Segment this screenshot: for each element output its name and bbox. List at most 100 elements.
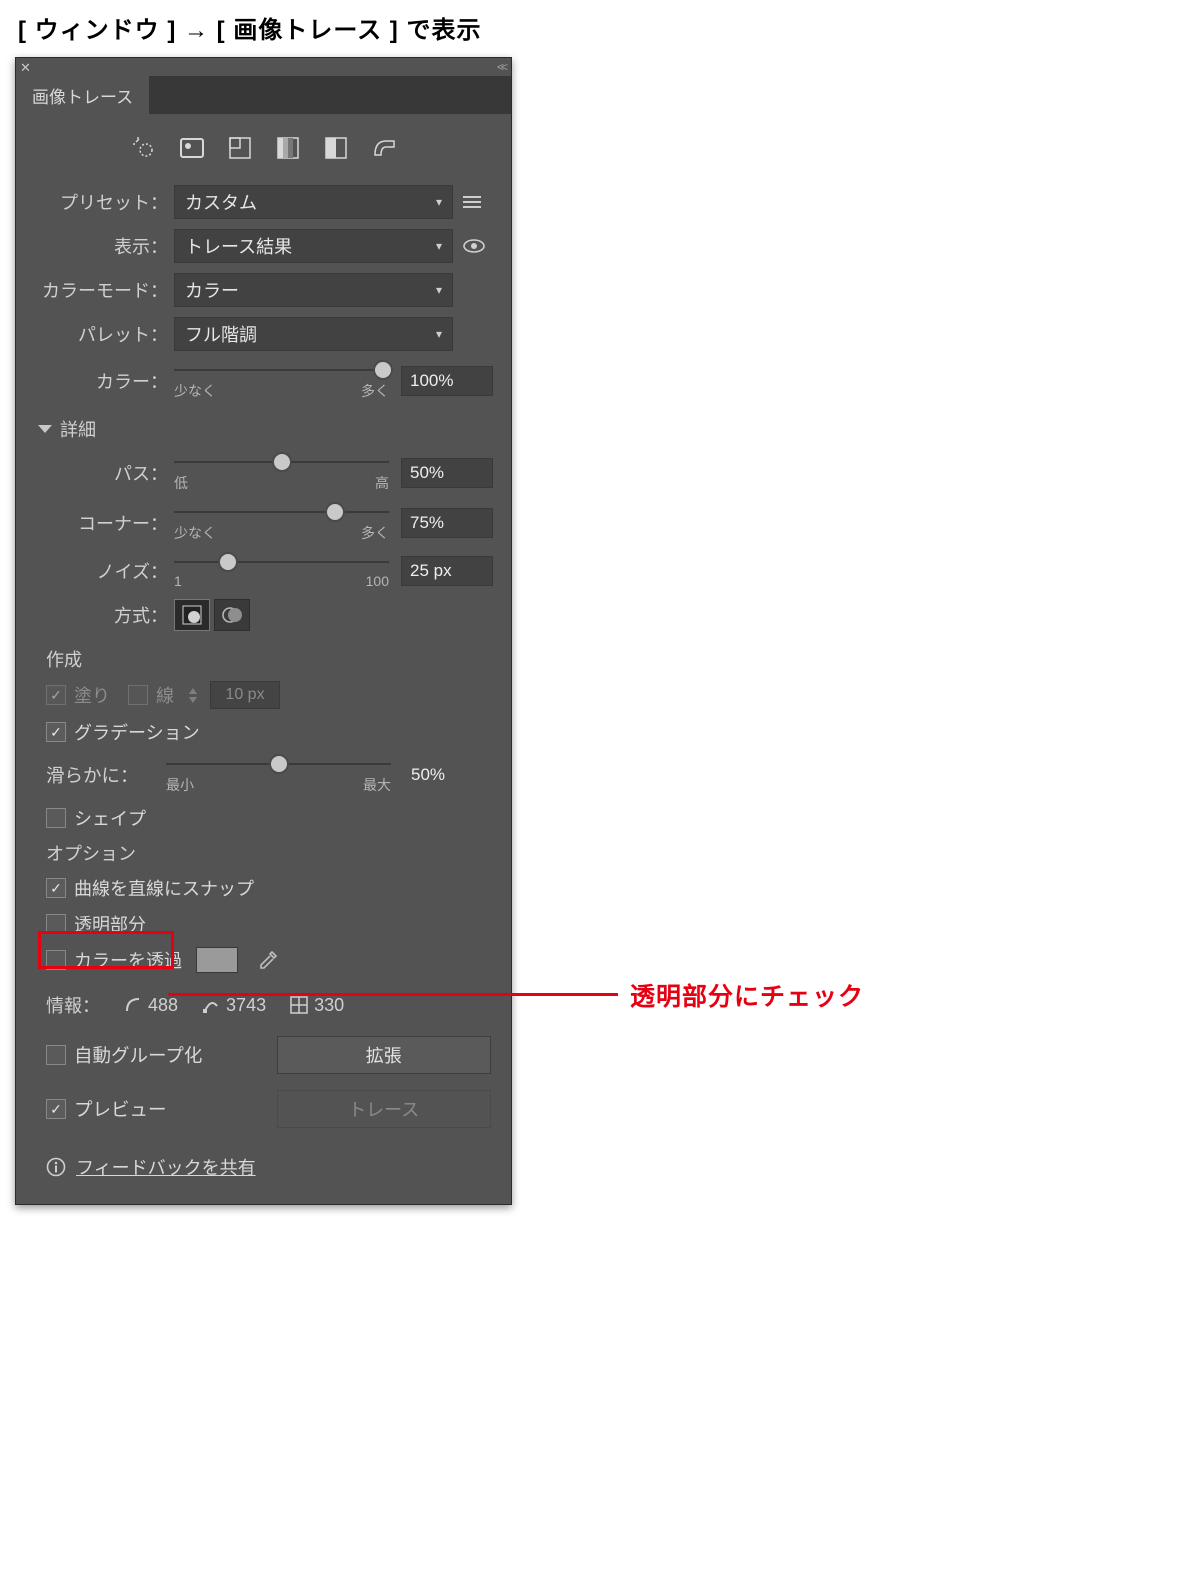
transparent-color-checkbox[interactable] bbox=[46, 950, 66, 970]
corner-min: 少なく bbox=[174, 523, 216, 543]
smooth-value: 50% bbox=[403, 761, 493, 789]
transparent-checkbox[interactable] bbox=[46, 914, 66, 934]
info-label: 情報： bbox=[46, 992, 100, 1018]
color-slider[interactable] bbox=[174, 361, 389, 379]
transparent-color-label: カラーを透過 bbox=[74, 947, 182, 973]
options-label: オプション bbox=[16, 836, 511, 870]
corner-slider[interactable] bbox=[174, 503, 389, 521]
low-color-icon[interactable] bbox=[226, 134, 254, 162]
outline-icon[interactable] bbox=[370, 134, 398, 162]
collapse-icon[interactable]: << bbox=[497, 60, 505, 74]
view-dropdown[interactable]: トレース結果 ▾ bbox=[174, 229, 453, 263]
eye-icon[interactable] bbox=[463, 239, 493, 253]
preset-value: カスタム bbox=[185, 189, 257, 215]
black-white-icon[interactable] bbox=[322, 134, 350, 162]
noise-max: 100 bbox=[366, 573, 389, 589]
transparent-color-swatch[interactable] bbox=[196, 947, 238, 973]
eyedropper-icon[interactable] bbox=[258, 950, 278, 970]
shape-label: シェイプ bbox=[74, 805, 146, 831]
color-slider-label: カラー： bbox=[16, 368, 174, 394]
preview-checkbox[interactable] bbox=[46, 1099, 66, 1119]
anchors-icon bbox=[202, 996, 220, 1014]
info-colors: 330 bbox=[314, 995, 344, 1016]
path-value[interactable]: 50% bbox=[401, 458, 493, 488]
preset-dropdown[interactable]: カスタム ▾ bbox=[174, 185, 453, 219]
callout-line bbox=[168, 993, 618, 996]
noise-label: ノイズ： bbox=[16, 558, 174, 584]
noise-slider[interactable] bbox=[174, 553, 389, 571]
callout-text: 透明部分にチェック bbox=[630, 977, 864, 1013]
chevron-down-icon: ▾ bbox=[436, 195, 442, 209]
auto-color-icon[interactable] bbox=[130, 134, 158, 162]
grayscale-icon[interactable] bbox=[274, 134, 302, 162]
noise-min: 1 bbox=[174, 573, 182, 589]
info-paths: 488 bbox=[148, 995, 178, 1016]
tab-image-trace[interactable]: 画像トレース bbox=[16, 76, 149, 114]
colormode-value: カラー bbox=[185, 277, 239, 303]
advanced-label: 詳細 bbox=[60, 416, 96, 442]
gradient-checkbox[interactable] bbox=[46, 722, 66, 742]
chevron-down-icon: ▾ bbox=[436, 327, 442, 341]
smooth-min: 最小 bbox=[166, 775, 194, 795]
tab-bar: 画像トレース bbox=[16, 76, 511, 114]
colors-icon bbox=[290, 996, 308, 1014]
autogroup-checkbox[interactable] bbox=[46, 1045, 66, 1065]
paths-icon bbox=[124, 996, 142, 1014]
stroke-width-field: 10 px bbox=[210, 681, 280, 709]
fill-checkbox bbox=[46, 685, 66, 705]
color-slider-min: 少なく bbox=[174, 381, 216, 401]
snap-label: 曲線を直線にスナップ bbox=[74, 875, 254, 901]
high-color-icon[interactable] bbox=[178, 134, 206, 162]
panel-header: ✕ << bbox=[16, 58, 511, 76]
fill-label: 塗り bbox=[74, 682, 110, 708]
page-title: [ ウィンドウ ] → [ 画像トレース ] で表示 bbox=[0, 0, 1200, 57]
gradient-label: グラデーション bbox=[74, 719, 200, 745]
path-max: 高 bbox=[375, 473, 389, 493]
path-slider[interactable] bbox=[174, 453, 389, 471]
snap-checkbox[interactable] bbox=[46, 878, 66, 898]
method-overlapping-button[interactable] bbox=[214, 599, 250, 631]
feedback-link[interactable]: フィードバックを共有 bbox=[76, 1154, 256, 1180]
autogroup-label: 自動グループ化 bbox=[74, 1042, 202, 1068]
palette-value: フル階調 bbox=[185, 321, 257, 347]
trace-button: トレース bbox=[277, 1090, 492, 1128]
info-row: 情報： 488 3743 330 bbox=[16, 978, 511, 1028]
preset-icon-row bbox=[16, 114, 511, 180]
view-value: トレース結果 bbox=[185, 233, 292, 259]
close-icon[interactable]: ✕ bbox=[20, 60, 31, 76]
preset-menu-icon[interactable] bbox=[463, 195, 493, 209]
create-label: 作成 bbox=[16, 636, 511, 676]
corner-max: 多く bbox=[361, 523, 389, 543]
method-label: 方式： bbox=[16, 602, 174, 628]
color-value[interactable]: 100% bbox=[401, 366, 493, 396]
preview-label: プレビュー bbox=[74, 1096, 167, 1122]
smooth-max: 最大 bbox=[363, 775, 391, 795]
expand-button[interactable]: 拡張 bbox=[277, 1036, 492, 1074]
image-trace-panel: ✕ << 画像トレース プリセット： カスタム ▾ bbox=[15, 57, 512, 1205]
shape-checkbox[interactable] bbox=[46, 808, 66, 828]
smooth-label: 滑らかに： bbox=[16, 762, 166, 788]
colormode-dropdown[interactable]: カラー ▾ bbox=[174, 273, 453, 307]
view-label: 表示： bbox=[16, 233, 174, 259]
info-icon bbox=[46, 1157, 66, 1177]
palette-dropdown[interactable]: フル階調 ▾ bbox=[174, 317, 453, 351]
triangle-down-icon bbox=[38, 425, 52, 433]
chevron-down-icon: ▾ bbox=[436, 239, 442, 253]
corner-value[interactable]: 75% bbox=[401, 508, 493, 538]
noise-value[interactable]: 25 px bbox=[401, 556, 493, 586]
preset-label: プリセット： bbox=[16, 189, 174, 215]
path-label: パス： bbox=[16, 460, 174, 486]
advanced-toggle[interactable]: 詳細 bbox=[16, 406, 511, 448]
palette-label: パレット： bbox=[16, 321, 174, 347]
chevron-down-icon: ▾ bbox=[436, 283, 442, 297]
info-anchors: 3743 bbox=[226, 995, 266, 1016]
stroke-checkbox bbox=[128, 685, 148, 705]
smooth-slider[interactable] bbox=[166, 755, 391, 773]
colormode-label: カラーモード： bbox=[16, 277, 174, 303]
stroke-label: 線 bbox=[156, 682, 174, 708]
corner-label: コーナー： bbox=[16, 510, 174, 536]
color-slider-max: 多く bbox=[361, 381, 389, 401]
transparent-label: 透明部分 bbox=[74, 911, 146, 937]
method-abutting-button[interactable] bbox=[174, 599, 210, 631]
path-min: 低 bbox=[174, 473, 188, 493]
